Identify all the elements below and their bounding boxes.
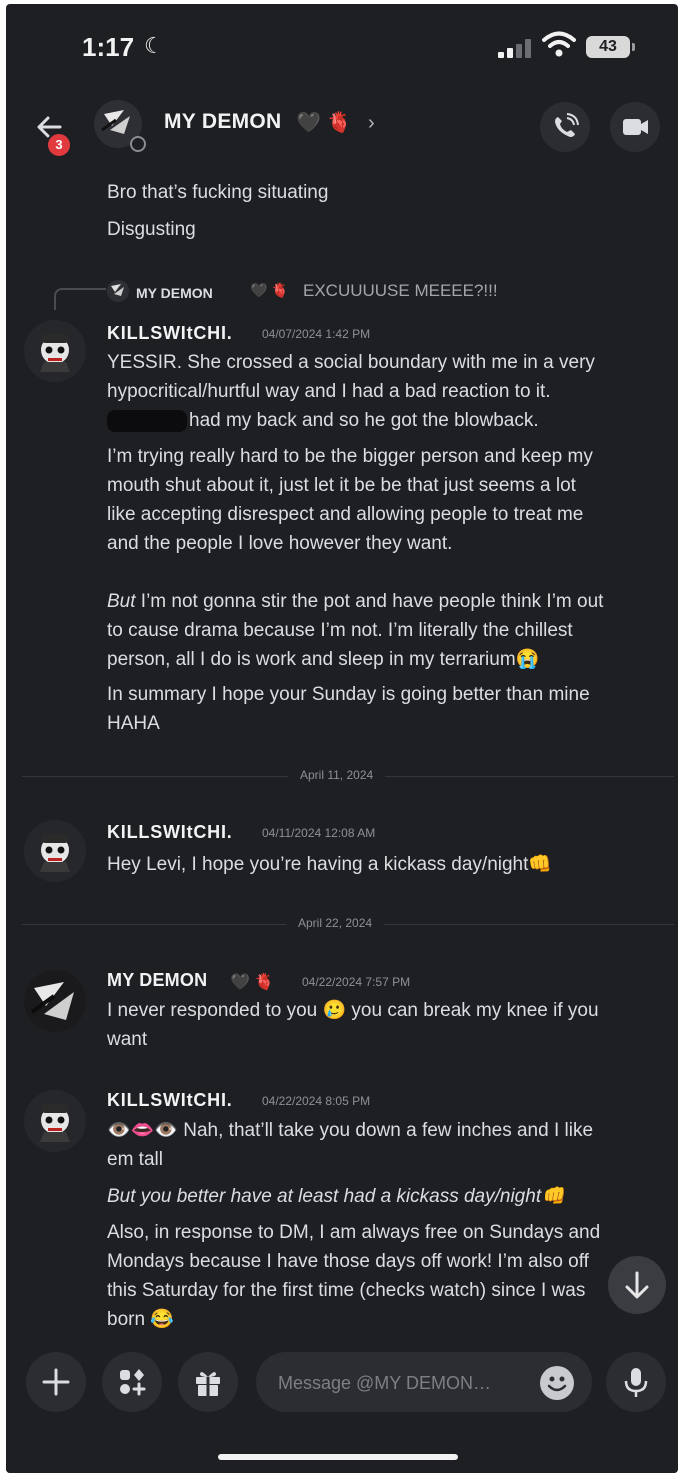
message-text: Mondays because I have those days off wo… bbox=[107, 1251, 589, 1272]
moon-icon: ☾ bbox=[144, 33, 164, 58]
message-composer bbox=[6, 1338, 678, 1473]
apps-icon bbox=[120, 1369, 146, 1396]
message-text: Also, in response to DM, I am always fre… bbox=[107, 1222, 601, 1243]
battery-tip bbox=[632, 43, 635, 51]
reply-connector bbox=[54, 288, 106, 310]
date-divider-label: April 11, 2024 bbox=[288, 768, 386, 782]
message-text: Disgusting bbox=[107, 219, 196, 240]
emoji-button[interactable] bbox=[540, 1366, 574, 1400]
message-text: like accepting disrespect and allowing p… bbox=[107, 504, 584, 525]
phone-call-icon bbox=[555, 113, 579, 137]
message-text: HAHA bbox=[107, 713, 160, 734]
date-divider-label: April 22, 2024 bbox=[286, 916, 385, 930]
author-emoji: 🖤 🫀 bbox=[230, 974, 275, 991]
jump-to-latest-button[interactable] bbox=[608, 1256, 666, 1314]
wifi-icon bbox=[542, 31, 576, 57]
chevron-right-icon[interactable]: › bbox=[368, 112, 375, 135]
attach-button[interactable] bbox=[26, 1352, 86, 1412]
message-timestamp: 04/11/2024 12:08 AM bbox=[262, 826, 376, 840]
message-input[interactable] bbox=[276, 1352, 530, 1414]
avatar[interactable] bbox=[24, 820, 86, 882]
microphone-icon bbox=[624, 1368, 648, 1397]
voice-message-button[interactable] bbox=[606, 1352, 666, 1412]
message-author[interactable]: KILLSWItCHI. bbox=[107, 323, 233, 344]
reply-author-emoji: 🖤 🫀 bbox=[250, 282, 289, 298]
message-text: I never responded to you 🥲 you can break… bbox=[107, 1000, 599, 1021]
gift-icon bbox=[196, 1371, 220, 1396]
reply-author[interactable]: MY DEMON bbox=[136, 285, 213, 301]
message-timestamp: 04/07/2024 1:42 PM bbox=[262, 327, 371, 341]
reply-avatar bbox=[107, 280, 129, 302]
voice-call-button[interactable] bbox=[540, 102, 590, 152]
message-timestamp: 04/22/2024 8:05 PM bbox=[262, 1094, 371, 1108]
message-author[interactable]: KILLSWItCHI. bbox=[107, 1090, 233, 1111]
status-time: 1:17 bbox=[82, 32, 135, 62]
avatar[interactable] bbox=[24, 1090, 86, 1152]
status-bar: 1:17 ☾ 43 bbox=[6, 4, 678, 90]
message-text: But you better have at least had a kicka… bbox=[107, 1182, 565, 1211]
message-text: Bro that’s fucking situating bbox=[107, 182, 329, 203]
message-text: But I’m not gonna stir the pot and have … bbox=[107, 587, 603, 616]
message-text: em tall bbox=[107, 1149, 163, 1170]
italic-text: But you better have at least had a kicka… bbox=[107, 1186, 565, 1207]
avatar[interactable] bbox=[24, 320, 86, 382]
message-text: person, all I do is work and sleep in my… bbox=[107, 649, 540, 670]
message-text: born 😂 bbox=[107, 1309, 174, 1330]
apps-button[interactable] bbox=[102, 1352, 162, 1412]
contact-name[interactable]: MY DEMON bbox=[164, 110, 282, 134]
italic-text: But bbox=[107, 591, 136, 612]
message-text: this Saturday for the first time (checks… bbox=[107, 1280, 586, 1301]
chat-header: 3 MY DEMON 🖤 🫀 › bbox=[6, 94, 678, 166]
video-camera-icon bbox=[623, 119, 648, 135]
message-timestamp: 04/22/2024 7:57 PM bbox=[302, 975, 411, 989]
phone-screen: 1:17 ☾ 43 3 MY DEMON 🖤 🫀 › Bro that’s fu… bbox=[6, 4, 678, 1473]
presence-indicator bbox=[130, 136, 146, 152]
unread-badge: 3 bbox=[46, 132, 72, 158]
signal-icon bbox=[498, 38, 532, 58]
avatar[interactable] bbox=[24, 970, 86, 1032]
video-call-button[interactable] bbox=[610, 102, 660, 152]
message-text: to cause drama because I’m not. I’m lite… bbox=[107, 620, 573, 641]
message-text: I’m trying really hard to be the bigger … bbox=[107, 446, 593, 467]
arrow-down-icon bbox=[625, 1271, 649, 1299]
message-text: 👁️👄👁️ Nah, that’ll take you down a few i… bbox=[107, 1120, 594, 1141]
message-text-continued: I’m not gonna stir the pot and have peop… bbox=[135, 591, 604, 612]
message-text: want bbox=[107, 1029, 148, 1050]
message-text: hypocritical/hurtful way and I had a bad… bbox=[107, 381, 551, 402]
contact-name-emoji: 🖤 🫀 bbox=[296, 112, 352, 134]
message-text: Hey Levi, I hope you’re having a kickass… bbox=[107, 854, 553, 875]
plus-icon bbox=[42, 1368, 70, 1396]
message-text: had my back and so he got the blowback. bbox=[189, 410, 539, 431]
message-text: In summary I hope your Sunday is going b… bbox=[107, 684, 590, 705]
message-input-container bbox=[256, 1352, 592, 1414]
battery-icon: 43 bbox=[586, 36, 630, 58]
message-text: YESSIR. She crossed a social boundary wi… bbox=[107, 352, 595, 373]
message-text: mouth shut about it, just let it be be t… bbox=[107, 475, 576, 496]
reply-preview[interactable]: EXCUUUUSE MEEEE?!!! bbox=[303, 281, 498, 301]
gift-button[interactable] bbox=[178, 1352, 238, 1412]
emoji-icon bbox=[547, 1376, 567, 1392]
message-text: and the people I love however they want. bbox=[107, 533, 453, 554]
message-author[interactable]: MY DEMON bbox=[107, 970, 207, 991]
home-indicator bbox=[218, 1454, 458, 1460]
redacted-name bbox=[107, 410, 187, 432]
message-author[interactable]: KILLSWItCHI. bbox=[107, 822, 233, 843]
